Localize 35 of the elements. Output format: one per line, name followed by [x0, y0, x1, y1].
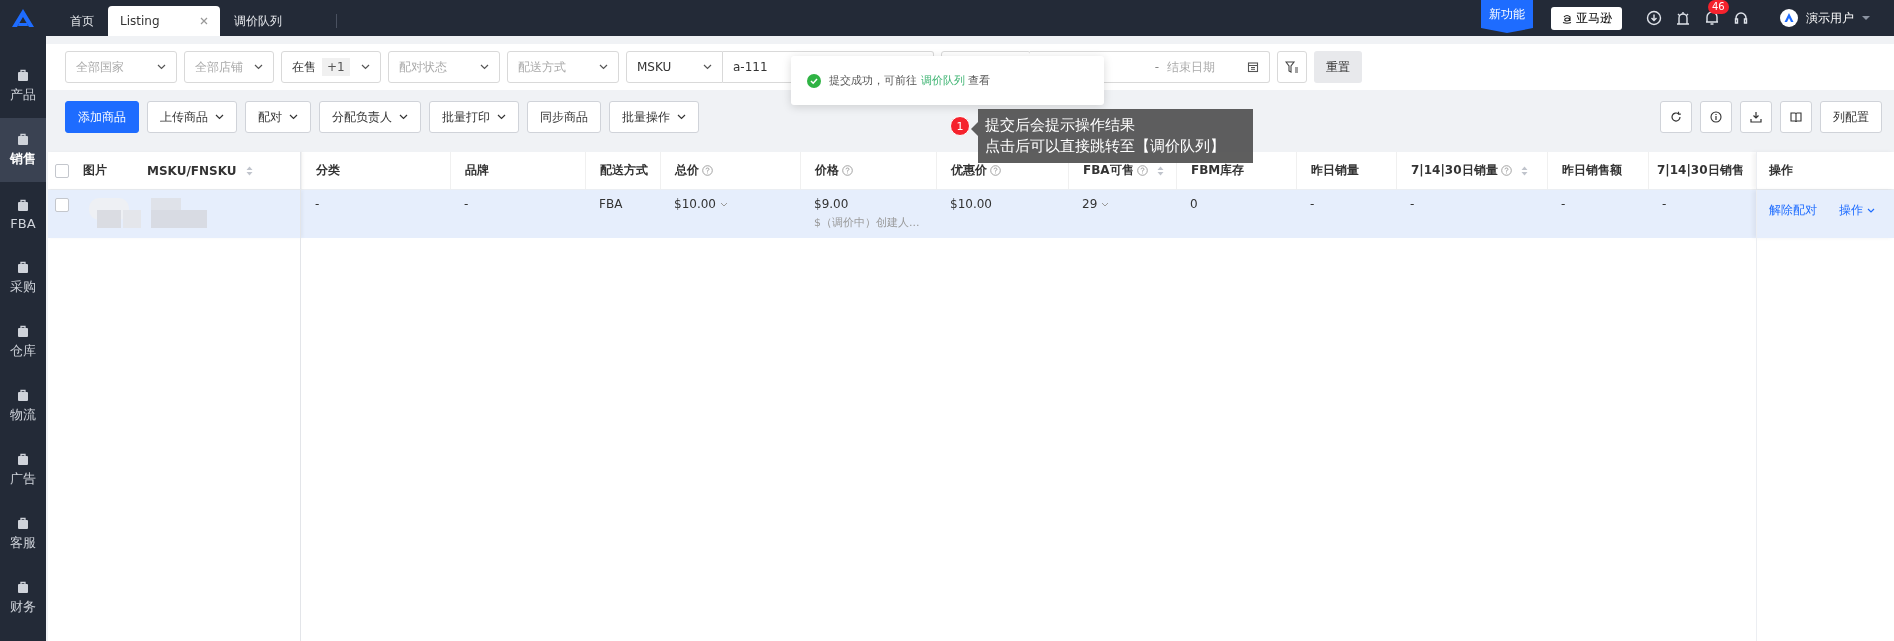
column-header: 7|14|30日销量 — [1411, 162, 1528, 179]
table-cell-text: FBA — [599, 197, 624, 211]
annotation-text: 点击后可以直接跳转至【调价队列】 — [985, 136, 1226, 157]
table-cell-text: - — [315, 197, 321, 211]
table-cell-text: $10.00 — [950, 197, 993, 211]
column-header: 图片 — [83, 162, 107, 179]
table-cell: 29 — [1082, 197, 1176, 211]
annotation-text: 提交后会提示操作结果 — [985, 115, 1136, 136]
column-header: 分类 — [316, 162, 340, 179]
table-cell-text: - — [1662, 197, 1668, 211]
table-cell-text: - — [1410, 197, 1416, 211]
table-cell-text: $9.00 — [814, 197, 850, 211]
notification-count: 46 — [1708, 0, 1729, 14]
column-header: 总价 — [675, 162, 713, 179]
table-cell: $10.00 — [674, 197, 800, 211]
column-header: 配送方式 — [600, 162, 648, 179]
column-header: 优惠价 — [951, 162, 1001, 179]
column-header: FBA可售 — [1083, 162, 1164, 179]
column-header: 价格 — [815, 162, 853, 179]
table-cell-text: - — [464, 197, 470, 211]
table-cell-text: - — [1310, 197, 1316, 211]
column-header: MSKU/FNSKU — [147, 163, 253, 178]
toast-message: 提交成功，可前往 调价队列 查看 — [829, 73, 990, 88]
price-note: $（调价中）创建人... — [814, 215, 921, 230]
column-header: 7|14|30日销售 — [1657, 162, 1744, 179]
column-header: 昨日销售额 — [1562, 162, 1622, 179]
table-cell-text: 0 — [1190, 197, 1199, 211]
range-separator: - — [1154, 60, 1159, 74]
table-cell-text: - — [1561, 197, 1567, 211]
column-header: FBM库存 — [1191, 162, 1245, 179]
column-header: 昨日销量 — [1311, 162, 1359, 179]
extra-count-tag: +1 — [322, 58, 350, 76]
column-header: 操作 — [1769, 162, 1793, 179]
step-number: 1 — [950, 116, 970, 136]
column-header: 品牌 — [465, 162, 489, 179]
